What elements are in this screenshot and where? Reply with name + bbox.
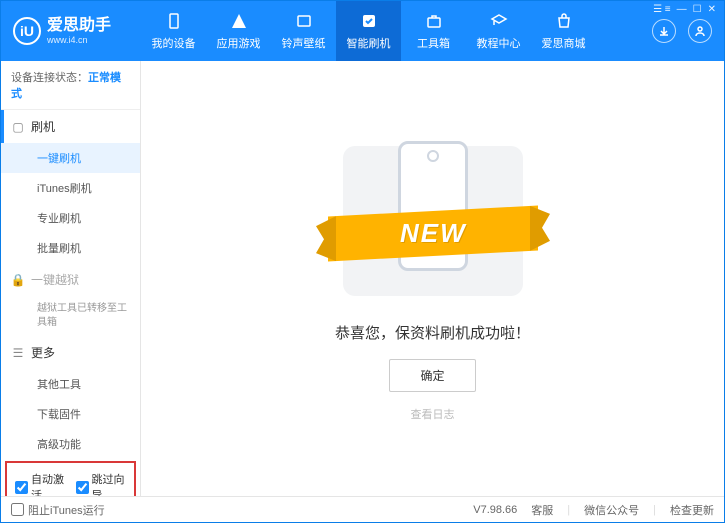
menu-icon[interactable]: ☰ ≡ bbox=[653, 4, 671, 15]
checkbox-input[interactable] bbox=[15, 481, 28, 494]
section-title: 一键越狱 bbox=[31, 271, 79, 288]
tutorial-icon bbox=[489, 11, 509, 31]
close-icon[interactable]: ✕ bbox=[708, 4, 716, 15]
apps-icon bbox=[229, 11, 249, 31]
tab-label: 铃声壁纸 bbox=[282, 35, 326, 51]
section-header-flash[interactable]: ▢ 刷机 bbox=[1, 110, 140, 143]
tab-flash[interactable]: 智能刷机 bbox=[336, 1, 401, 61]
status-label: 设备连接状态： bbox=[11, 72, 88, 84]
nav-tabs: 我的设备 应用游戏 铃声壁纸 智能刷机 工具箱 教程中心 bbox=[141, 1, 652, 61]
checkbox-input[interactable] bbox=[11, 503, 24, 516]
tab-apps[interactable]: 应用游戏 bbox=[206, 1, 271, 61]
header-bar: ☰ ≡ — ☐ ✕ iU 爱思助手 www.i4.cn 我的设备 应用游戏 铃声 bbox=[1, 1, 724, 61]
footer-right: V7.98.66 客服 | 微信公众号 | 检查更新 bbox=[473, 502, 714, 518]
footer-link-wechat[interactable]: 微信公众号 bbox=[584, 502, 639, 518]
sidebar-item-advanced[interactable]: 高级功能 bbox=[1, 429, 140, 459]
logo-icon: iU bbox=[13, 17, 41, 45]
checkbox-block-itunes[interactable]: 阻止iTunes运行 bbox=[11, 502, 105, 518]
footer-link-support[interactable]: 客服 bbox=[531, 502, 553, 518]
sidebar-item-download-firmware[interactable]: 下载固件 bbox=[1, 399, 140, 429]
checkbox-label: 自动激活 bbox=[31, 471, 66, 496]
header-right bbox=[652, 19, 724, 43]
app-window: ☰ ≡ — ☐ ✕ iU 爱思助手 www.i4.cn 我的设备 应用游戏 铃声 bbox=[0, 0, 725, 523]
window-controls: ☰ ≡ — ☐ ✕ bbox=[645, 1, 724, 18]
sidebar-item-other-tools[interactable]: 其他工具 bbox=[1, 369, 140, 399]
flash-icon bbox=[359, 11, 379, 31]
checkbox-label: 阻止iTunes运行 bbox=[28, 502, 105, 518]
section-header-jailbreak: 🔒 一键越狱 bbox=[1, 263, 140, 296]
minimize-icon[interactable]: — bbox=[677, 4, 687, 15]
footer-link-update[interactable]: 检查更新 bbox=[670, 502, 714, 518]
footer-bar: 阻止iTunes运行 V7.98.66 客服 | 微信公众号 | 检查更新 bbox=[1, 496, 724, 522]
success-message: 恭喜您，保资料刷机成功啦！ bbox=[335, 322, 530, 343]
section-more: ☰ 更多 其他工具 下载固件 高级功能 bbox=[1, 336, 140, 459]
version-label: V7.98.66 bbox=[473, 504, 517, 516]
lock-icon: 🔒 bbox=[11, 273, 25, 287]
tab-store[interactable]: 爱思商城 bbox=[531, 1, 596, 61]
tab-ringtones[interactable]: 铃声壁纸 bbox=[271, 1, 336, 61]
wallpaper-icon bbox=[294, 11, 314, 31]
section-flash: ▢ 刷机 一键刷机 iTunes刷机 专业刷机 批量刷机 bbox=[1, 110, 140, 263]
tab-label: 教程中心 bbox=[477, 35, 521, 51]
phone-icon: ▢ bbox=[11, 120, 25, 134]
tab-label: 智能刷机 bbox=[347, 35, 391, 51]
sidebar-item-itunes-flash[interactable]: iTunes刷机 bbox=[1, 173, 140, 203]
menu-icon: ☰ bbox=[11, 346, 25, 360]
checkbox-auto-activate[interactable]: 自动激活 bbox=[15, 471, 66, 496]
tab-label: 工具箱 bbox=[417, 35, 450, 51]
sidebar-item-onekey-flash[interactable]: 一键刷机 bbox=[1, 143, 140, 173]
section-title: 刷机 bbox=[31, 118, 55, 135]
tab-label: 我的设备 bbox=[152, 35, 196, 51]
success-illustration: NEW bbox=[318, 136, 548, 306]
download-button[interactable] bbox=[652, 19, 676, 43]
checkbox-skip-wizard[interactable]: 跳过向导 bbox=[76, 471, 127, 496]
sidebar-item-batch-flash[interactable]: 批量刷机 bbox=[1, 233, 140, 263]
section-header-more[interactable]: ☰ 更多 bbox=[1, 336, 140, 369]
tab-toolbox[interactable]: 工具箱 bbox=[401, 1, 466, 61]
sidebar: 设备连接状态：正常模式 ▢ 刷机 一键刷机 iTunes刷机 专业刷机 批量刷机… bbox=[1, 61, 141, 496]
toolbox-icon bbox=[424, 11, 444, 31]
sidebar-item-pro-flash[interactable]: 专业刷机 bbox=[1, 203, 140, 233]
device-icon bbox=[164, 11, 184, 31]
view-log-link[interactable]: 查看日志 bbox=[411, 406, 455, 422]
checkbox-input[interactable] bbox=[76, 481, 89, 494]
section-jailbreak: 🔒 一键越狱 越狱工具已转移至工具箱 bbox=[1, 263, 140, 336]
checkbox-label: 跳过向导 bbox=[92, 471, 127, 496]
user-button[interactable] bbox=[688, 19, 712, 43]
main-content: NEW 恭喜您，保资料刷机成功啦！ 确定 查看日志 bbox=[141, 61, 724, 496]
ribbon-text: NEW bbox=[399, 218, 466, 249]
options-box: 自动激活 跳过向导 bbox=[5, 461, 136, 496]
section-title: 更多 bbox=[31, 344, 55, 361]
tab-label: 应用游戏 bbox=[217, 35, 261, 51]
maximize-icon[interactable]: ☐ bbox=[693, 4, 702, 15]
connection-status: 设备连接状态：正常模式 bbox=[1, 61, 140, 110]
logo-area: iU 爱思助手 www.i4.cn bbox=[1, 17, 141, 45]
app-subtitle: www.i4.cn bbox=[47, 35, 111, 45]
body-area: 设备连接状态：正常模式 ▢ 刷机 一键刷机 iTunes刷机 专业刷机 批量刷机… bbox=[1, 61, 724, 496]
tab-label: 爱思商城 bbox=[542, 35, 586, 51]
app-title: 爱思助手 bbox=[47, 17, 111, 35]
tab-tutorials[interactable]: 教程中心 bbox=[466, 1, 531, 61]
store-icon bbox=[554, 11, 574, 31]
tab-my-device[interactable]: 我的设备 bbox=[141, 1, 206, 61]
jailbreak-note: 越狱工具已转移至工具箱 bbox=[1, 296, 140, 336]
confirm-button[interactable]: 确定 bbox=[389, 359, 475, 392]
